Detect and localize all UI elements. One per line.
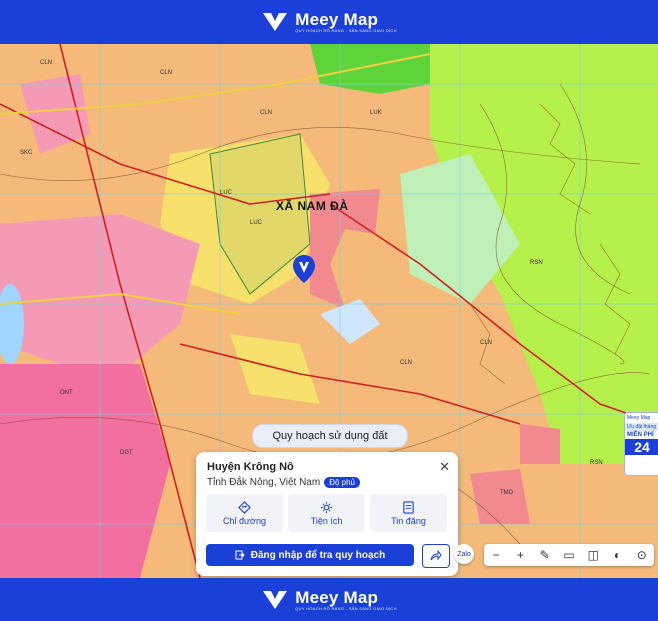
- promo-free: MIỄN PHÍ: [627, 432, 654, 438]
- top-brand-bar: Meey Map QUY HOẠCH RÕ RÀNG - SẴN SÀNG GI…: [0, 0, 658, 44]
- promo-offer: Ưu đãi tháng: [625, 423, 658, 431]
- promo-brand: Meey Map: [627, 415, 651, 421]
- location-pin-icon[interactable]: [292, 254, 316, 284]
- close-icon[interactable]: ✕: [439, 459, 450, 475]
- utilities-icon: [320, 501, 333, 513]
- svg-text:ONT: ONT: [60, 390, 73, 396]
- coverage-badge[interactable]: Độ phủ: [324, 477, 360, 488]
- map-canvas[interactable]: CLN CLN CLN LUK LUC LUC RSN CLN CLN ONT DGT RSN …: [0, 44, 658, 578]
- bottom-brand-bar: Meey Map QUY HOẠCH RÕ RÀNG - SẴN SÀNG GI…: [0, 578, 658, 621]
- place-actions: Chỉ đường Tiện ích Tin đăng: [206, 494, 447, 532]
- directions-button[interactable]: Chỉ đường: [206, 494, 283, 532]
- listings-label: Tin đăng: [391, 515, 426, 526]
- promo-banner[interactable]: Meey Map Ưu đãi tháng MIỄN PHÍ 24: [624, 412, 658, 476]
- share-icon: [430, 550, 442, 561]
- utilities-button[interactable]: Tiện ích: [288, 494, 365, 532]
- meey-logo-icon: [263, 13, 288, 31]
- brand-name-bottom: Meey Map: [295, 587, 379, 607]
- zoom-in-button[interactable]: +: [512, 548, 528, 562]
- directions-label: Chỉ đường: [223, 515, 266, 526]
- brand-logo-bottom: Meey Map QUY HOẠCH RÕ RÀNG - SẴN SÀNG GI…: [261, 589, 397, 611]
- login-to-search-button[interactable]: Đăng nhập để tra quy hoạch: [206, 544, 414, 566]
- svg-text:LUC: LUC: [250, 220, 263, 226]
- svg-text:CLN: CLN: [400, 360, 412, 366]
- commune-label: XÃ NAM ĐÀ: [276, 199, 349, 213]
- svg-text:CLN: CLN: [40, 60, 52, 66]
- brand-tagline: QUY HOẠCH RÕ RÀNG - SẴN SÀNG GIAO DỊCH: [295, 28, 397, 33]
- svg-text:RSN: RSN: [590, 460, 603, 466]
- svg-text:LUC: LUC: [220, 190, 233, 196]
- svg-text:CLN: CLN: [160, 70, 172, 76]
- place-subtitle-row: Tỉnh Đắk Nông, Việt Nam Độ phủ: [207, 477, 360, 488]
- brand-tagline-bottom: QUY HOẠCH RÕ RÀNG - SẴN SÀNG GIAO DỊCH: [295, 605, 397, 611]
- promo-number: 24: [625, 439, 658, 455]
- zalo-chat-button[interactable]: Zalo: [454, 544, 474, 564]
- directions-icon: [238, 500, 251, 514]
- draw-tool-button[interactable]: ✎: [537, 548, 553, 562]
- place-info-card: Huyện Krông Nô ✕ Tỉnh Đắk Nông, Việt Nam…: [196, 452, 458, 576]
- share-button[interactable]: [422, 544, 450, 568]
- listings-button[interactable]: Tin đăng: [370, 494, 447, 532]
- compare-tool-button[interactable]: ◫: [585, 548, 601, 562]
- svg-text:LUK: LUK: [370, 110, 382, 116]
- svg-text:CLN: CLN: [260, 110, 272, 116]
- svg-text:DGT: DGT: [120, 450, 133, 456]
- utilities-label: Tiện ích: [310, 515, 343, 526]
- svg-text:CLN: CLN: [480, 340, 492, 346]
- land-use-layer-pill[interactable]: Quy hoạch sử dụng đất: [252, 424, 408, 448]
- brand-logo: Meey Map QUY HOẠCH RÕ RÀNG - SẴN SÀNG GI…: [261, 11, 397, 33]
- svg-text:TMD: TMD: [500, 490, 514, 496]
- my-location-button[interactable]: ⊙: [634, 548, 650, 562]
- map-toolbar: − + ✎ ▭ ◫ ◐ ⊙: [484, 544, 654, 566]
- place-title: Huyện Krông Nô: [207, 461, 294, 473]
- login-icon: [235, 550, 245, 560]
- measure-tool-button[interactable]: ▭: [561, 548, 577, 562]
- login-label: Đăng nhập để tra quy hoạch: [250, 549, 386, 561]
- svg-text:SKC: SKC: [20, 150, 33, 156]
- place-subtitle: Tỉnh Đắk Nông, Việt Nam: [207, 477, 321, 488]
- layer-opacity-button[interactable]: ◐: [610, 548, 626, 562]
- zoom-out-button[interactable]: −: [488, 548, 504, 562]
- meey-logo-icon: [263, 590, 288, 609]
- svg-text:RSN: RSN: [530, 260, 543, 266]
- brand-name: Meey Map: [295, 10, 379, 29]
- listings-icon: [403, 500, 414, 514]
